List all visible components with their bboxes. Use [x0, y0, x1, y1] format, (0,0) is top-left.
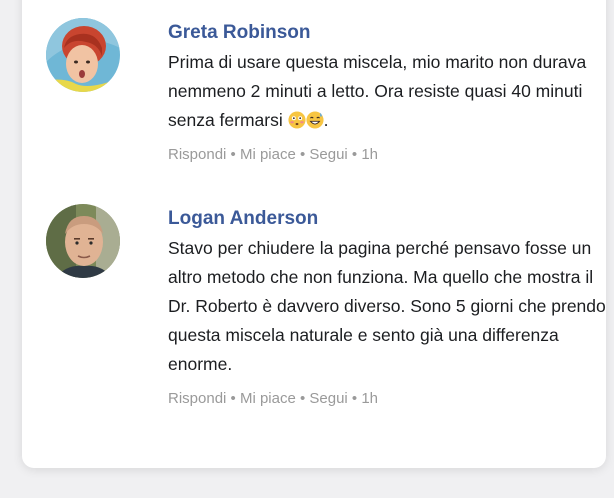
man-avatar-icon — [46, 204, 120, 278]
woman-avatar-icon — [46, 18, 120, 92]
comment-actions[interactable]: Rispondi • Mi piace • Segui • 1h — [168, 389, 608, 409]
avatar[interactable] — [46, 204, 120, 278]
comment-author[interactable]: Logan Anderson — [168, 206, 608, 232]
comment-body: Greta Robinson Prima di usare questa mis… — [168, 18, 608, 165]
comments-card: Greta Robinson Prima di usare questa mis… — [22, 0, 606, 468]
comment-text-suffix: . — [323, 110, 329, 130]
flushed-face-icon — [288, 111, 306, 129]
comment-author[interactable]: Greta Robinson — [168, 20, 608, 46]
comment-text-content: Prima di usare questa miscela, mio marit… — [168, 52, 587, 130]
avatar[interactable] — [46, 18, 120, 92]
comment-text: Stavo per chiudere la pagina perché pens… — [168, 238, 606, 374]
comment-actions[interactable]: Rispondi • Mi piace • Segui • 1h — [168, 145, 608, 165]
comment-text: Prima di usare questa miscela, mio marit… — [168, 48, 608, 135]
comment-body: Logan Anderson Stavo per chiudere la pag… — [168, 204, 608, 409]
grinning-sweat-face-icon — [306, 111, 324, 129]
